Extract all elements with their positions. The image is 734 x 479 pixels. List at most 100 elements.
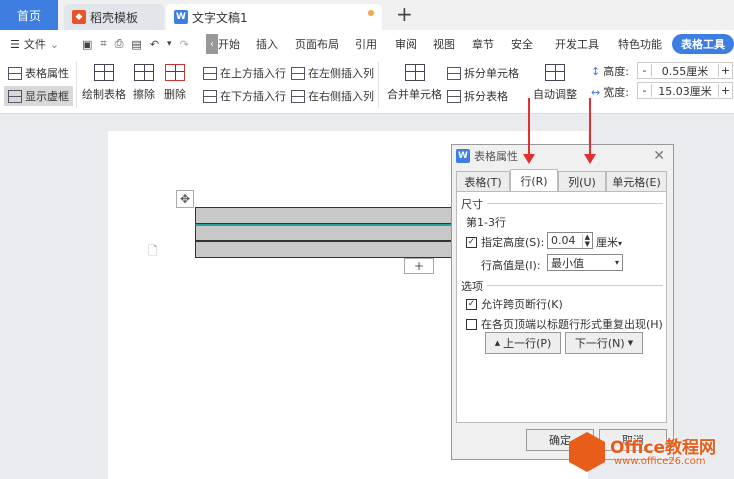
repeat-header-checkbox[interactable] [466, 318, 477, 330]
split-table-button[interactable]: 拆分表格 [447, 86, 508, 106]
specify-height-option[interactable]: ✓ 指定高度(S): [466, 234, 544, 250]
split-cell-icon [447, 66, 461, 80]
table-row[interactable] [195, 241, 453, 258]
menu-table-tools[interactable]: 表格工具 [672, 34, 734, 54]
merge-cells-icon [404, 64, 425, 81]
menu-security[interactable]: 安全 [511, 30, 533, 58]
table-move-handle-icon[interactable]: ✥ [176, 190, 194, 208]
delete-button[interactable]: 删除 [164, 64, 186, 102]
add-row-button[interactable]: + [404, 258, 434, 274]
width-stepper[interactable]: -15.03厘米 + [637, 82, 733, 99]
undo-icon[interactable]: ↶ [150, 38, 159, 51]
format-painter-icon[interactable]: ⌗ [100, 37, 106, 51]
menu-start[interactable]: 开始 [218, 30, 240, 58]
tab-document-label: 文字文稿1 [192, 10, 248, 25]
width-decrement[interactable]: - [638, 84, 652, 97]
file-menu-label: 文件 [23, 38, 46, 51]
chevron-down-icon[interactable]: ▾ [167, 39, 172, 49]
document-table[interactable] [195, 207, 453, 258]
rows-label: 第1-3行 [466, 216, 506, 229]
menu-special[interactable]: 特色功能 [618, 30, 662, 58]
insert-right-button[interactable]: 在右侧插入列 [291, 86, 374, 106]
height-value[interactable]: 0.55厘米 [652, 63, 718, 79]
arrowhead-icon [523, 154, 535, 164]
allow-break-checkbox[interactable]: ✓ [466, 298, 477, 310]
insert-col-left-icon [291, 66, 305, 80]
repeat-header-option[interactable]: 在各页顶端以标题行形式重复出现(H) [466, 316, 663, 332]
tab-home[interactable]: 首页 [0, 0, 58, 30]
table-props-icon [8, 66, 22, 80]
row-height-mode-select[interactable]: 最小值 ▾ [547, 254, 623, 271]
spinner-icon[interactable]: ▲ ▼ [581, 233, 592, 248]
width-increment[interactable]: + [718, 84, 732, 97]
quick-access-toolbar: ▣ ⌗ ⎙ ▤ ↶ ▾ ↷ [82, 30, 189, 58]
erase-button[interactable]: 擦除 [133, 64, 155, 102]
close-icon[interactable]: ✕ [653, 148, 665, 164]
chevron-down-icon: ▾ [618, 239, 623, 248]
split-cell-button[interactable]: 拆分单元格 [447, 63, 519, 83]
insert-left-button[interactable]: 在左侧插入列 [291, 63, 374, 83]
file-menu[interactable]: ☰ 文件 ⌄ [10, 30, 59, 58]
specify-height-checkbox[interactable]: ✓ [466, 236, 477, 248]
red-arrow-column-tab [584, 98, 596, 164]
save-icon[interactable]: ▣ [82, 38, 92, 51]
menu-developer[interactable]: 开发工具 [555, 30, 599, 58]
writer-icon: W [456, 149, 470, 163]
menu-chapter[interactable]: 章节 [472, 30, 494, 58]
print-preview-icon[interactable]: ▤ [131, 38, 141, 51]
chevron-down-icon: ▾ [614, 258, 619, 267]
menu-insert[interactable]: 插入 [256, 30, 278, 58]
erase-label: 擦除 [133, 88, 155, 101]
unit-label-text: 厘米 [596, 236, 618, 249]
options-group-label: 选项 [461, 280, 483, 293]
tab-cell[interactable]: 单元格(E) [606, 171, 667, 191]
width-value[interactable]: 15.03厘米 [652, 83, 718, 99]
insert-above-button[interactable]: 在上方插入行 [203, 63, 286, 83]
up-arrow-icon: ▲ [494, 339, 501, 347]
height-input[interactable]: 0.04 ▲ ▼ [547, 232, 593, 249]
auto-fit-button[interactable]: 自动调整 [533, 64, 577, 102]
red-arrow-row-tab [523, 98, 535, 164]
draw-table-button[interactable]: 绘制表格 [82, 64, 126, 102]
new-tab-button[interactable]: + [396, 4, 413, 24]
redo-icon[interactable]: ↷ [180, 38, 189, 51]
insert-row-above-icon [203, 66, 217, 80]
allow-break-option[interactable]: ✓ 允许跨页断行(K) [466, 296, 563, 312]
merge-cells-label: 合并单元格 [387, 88, 442, 101]
allow-break-label: 允许跨页断行(K) [481, 298, 563, 311]
merge-cells-button[interactable]: 合并单元格 [387, 64, 442, 102]
menu-layout[interactable]: 页面布局 [295, 30, 339, 58]
ribbon-divider [378, 62, 379, 108]
tab-column[interactable]: 列(U) [558, 171, 606, 191]
table-props-label: 表格属性 [25, 67, 69, 80]
height-increment[interactable]: + [718, 64, 732, 77]
height-stepper[interactable]: -0.55厘米 + [637, 62, 733, 79]
show-gridlines-button[interactable]: 显示虚框 [4, 86, 73, 106]
delete-label: 删除 [164, 88, 186, 101]
scroll-left-icon[interactable]: ‹ [206, 34, 218, 54]
draw-table-icon [94, 64, 114, 81]
next-row-label: 下一行(N) [574, 337, 625, 350]
tab-row[interactable]: 行(R) [510, 169, 558, 191]
tab-template[interactable]: ◆ 稻壳模板 [64, 4, 164, 30]
split-table-label: 拆分表格 [464, 90, 508, 103]
unit-label[interactable]: 厘米▾ [596, 234, 622, 250]
insert-below-button[interactable]: 在下方插入行 [203, 86, 286, 106]
menu-view[interactable]: 视图 [433, 30, 455, 58]
tab-table[interactable]: 表格(T) [456, 171, 510, 191]
next-row-button[interactable]: 下一行(N) ▼ [565, 332, 643, 354]
height-decrement[interactable]: - [638, 64, 652, 77]
ribbon-divider [76, 62, 77, 108]
unsaved-dot-icon [368, 10, 374, 16]
print-icon[interactable]: ⎙ [115, 37, 124, 51]
tab-document[interactable]: W 文字文稿1 [166, 4, 382, 30]
table-row[interactable] [195, 224, 453, 241]
width-label-text: 宽度: [603, 86, 629, 99]
eraser-icon [134, 64, 154, 81]
auto-fit-label: 自动调整 [533, 88, 577, 101]
menu-references[interactable]: 引用 [355, 30, 377, 58]
prev-row-button[interactable]: ▲ 上一行(P) [485, 332, 561, 354]
menu-review[interactable]: 审阅 [395, 30, 417, 58]
table-props-button[interactable]: 表格属性 [8, 63, 69, 83]
table-row[interactable] [195, 207, 453, 224]
